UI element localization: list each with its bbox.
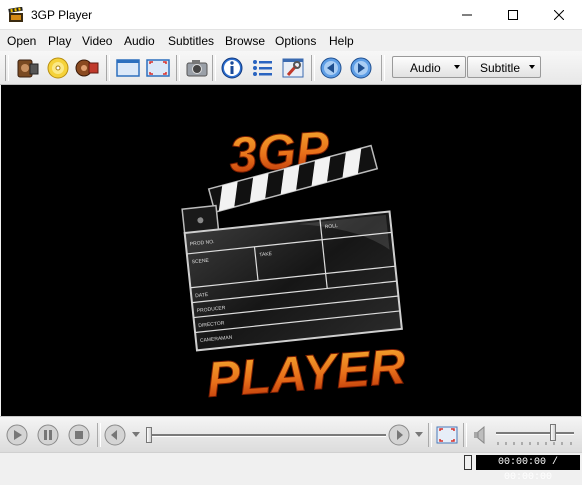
seek-thumb[interactable] xyxy=(146,427,152,443)
menu-video[interactable]: Video xyxy=(82,34,112,48)
next-icon[interactable] xyxy=(348,55,374,81)
fullscreen-toggle-icon[interactable] xyxy=(436,424,458,446)
toolbar-separator xyxy=(381,55,385,81)
menu-help[interactable]: Help xyxy=(329,34,354,48)
rewind-dropdown-icon[interactable] xyxy=(132,432,140,438)
video-area[interactable]: 3GP PROD NO. SCENE TAKE ROLL DATE PRODUC… xyxy=(1,85,581,416)
previous-icon[interactable] xyxy=(318,55,344,81)
minimize-icon xyxy=(462,14,472,16)
title-bar: 3GP Player xyxy=(0,0,582,30)
speaker-icon[interactable] xyxy=(473,426,487,444)
forward-dropdown-icon[interactable] xyxy=(415,432,423,438)
toolbar-grip[interactable] xyxy=(5,55,9,81)
clapperboard-app-icon xyxy=(8,7,23,22)
menu-open[interactable]: Open xyxy=(7,34,36,48)
film-open-icon[interactable] xyxy=(75,55,101,81)
disc-icon[interactable] xyxy=(45,55,71,81)
maximize-icon xyxy=(508,10,518,20)
window-title: 3GP Player xyxy=(31,8,93,22)
volume-track xyxy=(496,432,574,435)
audio-dropdown-label: Audio xyxy=(410,61,441,75)
subtitle-dropdown-label: Subtitle xyxy=(480,61,521,75)
volume-thumb[interactable] xyxy=(550,424,556,441)
status-bar: 00:00:00 / 00:00:00 xyxy=(0,452,582,483)
clapperboard-icon: PROD NO. SCENE TAKE ROLL DATE PRODUCER D… xyxy=(181,144,403,352)
time-display: 00:00:00 / 00:00:00 xyxy=(476,455,580,483)
settings-tools-icon[interactable] xyxy=(280,55,306,81)
forward-icon[interactable] xyxy=(388,424,410,446)
seek-bar[interactable] xyxy=(146,425,386,445)
maximize-button[interactable] xyxy=(490,0,536,30)
menu-bar: Open Play Video Audio Subtitles Browse O… xyxy=(0,31,582,51)
menu-subtitles[interactable]: Subtitles xyxy=(168,34,214,48)
volume-ticks xyxy=(497,442,572,445)
toolbar-separator xyxy=(311,55,315,81)
close-icon xyxy=(554,10,564,20)
toolbar-separator xyxy=(176,55,180,81)
play-icon[interactable] xyxy=(6,424,28,446)
dropdown-arrow-icon xyxy=(454,65,460,69)
toolbar-separator xyxy=(212,55,216,81)
toolbar-separator xyxy=(106,55,110,81)
stop-icon[interactable] xyxy=(68,424,90,446)
close-button[interactable] xyxy=(536,0,582,30)
toolbar: Audio Subtitle xyxy=(0,51,582,85)
dropdown-arrow-icon xyxy=(529,65,535,69)
pause-icon[interactable] xyxy=(37,424,59,446)
menu-play[interactable]: Play xyxy=(48,34,71,48)
controls-separator xyxy=(428,423,432,447)
rewind-icon[interactable] xyxy=(104,424,126,446)
audio-dropdown-button[interactable]: Audio xyxy=(392,56,466,78)
minimize-button[interactable] xyxy=(444,0,490,30)
logo-bottom-text: PLAYER xyxy=(205,338,408,408)
playlist-icon[interactable] xyxy=(249,55,275,81)
subtitle-dropdown-button[interactable]: Subtitle xyxy=(467,56,541,78)
camera-snapshot-icon[interactable] xyxy=(184,55,210,81)
controls-separator xyxy=(463,423,467,447)
status-indicator xyxy=(464,455,472,470)
seek-track xyxy=(146,434,386,437)
volume-slider[interactable] xyxy=(496,423,574,447)
menu-audio[interactable]: Audio xyxy=(124,34,155,48)
splash-logo: 3GP PROD NO. SCENE TAKE ROLL DATE PRODUC… xyxy=(181,120,408,408)
menu-browse[interactable]: Browse xyxy=(225,34,265,48)
info-icon[interactable] xyxy=(219,55,245,81)
fullscreen-icon[interactable] xyxy=(145,55,171,81)
menu-options[interactable]: Options xyxy=(275,34,316,48)
controls-separator xyxy=(97,423,101,447)
window-mode-icon[interactable] xyxy=(115,55,141,81)
film-reel-icon[interactable] xyxy=(15,55,41,81)
playback-controls xyxy=(0,416,582,452)
